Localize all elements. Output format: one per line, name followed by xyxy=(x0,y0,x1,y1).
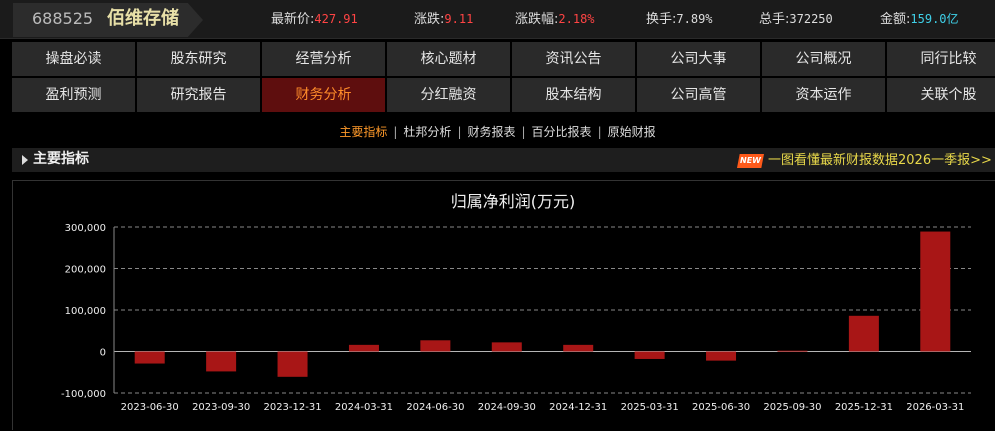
subtab-financial-statements[interactable]: 财务报表 xyxy=(467,125,515,139)
x-tick-label: 2025-12-31 xyxy=(835,402,893,413)
x-tick-label: 2023-12-31 xyxy=(263,402,321,413)
x-tick-label: 2025-03-31 xyxy=(621,402,679,413)
turnover-value: 7.89% xyxy=(676,12,713,26)
nav-item-financial-analysis[interactable]: 财务分析 xyxy=(262,78,385,112)
section-title: 主要指标 xyxy=(33,151,89,167)
nav-item-capital-operations[interactable]: 资本运作 xyxy=(762,78,885,112)
turnover-label: 换手: xyxy=(646,12,677,27)
y-tick-label: 300,000 xyxy=(65,223,106,234)
amount-value: 159.0亿 xyxy=(910,12,959,26)
latest-price-label: 最新价: xyxy=(271,12,315,27)
volume-label: 总手: xyxy=(759,12,790,27)
x-tick-label: 2023-09-30 xyxy=(192,402,250,413)
y-tick-label: 0 xyxy=(100,348,106,359)
nav-item-executives[interactable]: 公司高管 xyxy=(637,78,760,112)
latest-price: 最新价:427.91 xyxy=(271,0,358,39)
new-badge: NEW xyxy=(737,154,764,168)
nav-row-2: 盈利预测 研究报告 财务分析 分红融资 股本结构 公司高管 资本运作 关联个股 xyxy=(12,78,995,112)
bar xyxy=(206,351,237,372)
bar xyxy=(134,351,165,364)
bar xyxy=(634,351,665,359)
price-change-value: 9.11 xyxy=(444,12,474,26)
subtab-separator: | xyxy=(457,125,462,139)
y-tick-label: 100,000 xyxy=(65,306,106,317)
total-volume: 总手:372250 xyxy=(759,0,833,39)
x-tick-label: 2024-12-31 xyxy=(549,402,607,413)
stock-name: 佰维存储 xyxy=(107,8,179,29)
x-tick-label: 2024-06-30 xyxy=(406,402,464,413)
net-profit-chart: 归属净利润(万元) 300,000 200,000 100,000 0 -100,000 2… xyxy=(61,192,971,413)
amount-label: 金额: xyxy=(880,12,911,27)
subtab-percentage-statements[interactable]: 百分比报表 xyxy=(532,125,592,139)
subtab-dupont-analysis[interactable]: 杜邦分析 xyxy=(403,125,451,139)
nav-item-share-structure[interactable]: 股本结构 xyxy=(512,78,635,112)
nav-item-company-overview[interactable]: 公司概况 xyxy=(762,42,885,76)
change-percent: 涨跌幅:2.18% xyxy=(515,0,595,39)
nav-row-1: 操盘必读 股东研究 经营分析 核心题材 资讯公告 公司大事 公司概况 同行比较 xyxy=(12,42,995,76)
nav-item-trading-guide[interactable]: 操盘必读 xyxy=(12,42,135,76)
report-promo-link[interactable]: 一图看懂最新财报数据2026一季报>> xyxy=(768,148,992,174)
bar xyxy=(920,231,951,352)
nav-item-shareholder-research[interactable]: 股东研究 xyxy=(137,42,260,76)
nav-item-related-stocks[interactable]: 关联个股 xyxy=(887,78,995,112)
bar xyxy=(348,344,379,352)
nav-item-major-events[interactable]: 公司大事 xyxy=(637,42,760,76)
nav-item-research-reports[interactable]: 研究报告 xyxy=(137,78,260,112)
nav-item-operations-analysis[interactable]: 经营分析 xyxy=(262,42,385,76)
bar xyxy=(848,315,879,352)
nav-item-news-announcements[interactable]: 资讯公告 xyxy=(512,42,635,76)
change-percent-label: 涨跌幅: xyxy=(515,12,559,27)
nav-item-core-themes[interactable]: 核心题材 xyxy=(387,42,510,76)
bar xyxy=(706,351,737,361)
nav-item-dividend-financing[interactable]: 分红融资 xyxy=(387,78,510,112)
x-tick-label: 2023-06-30 xyxy=(121,402,179,413)
stock-header: 688525 佰维存储 最新价:427.91 涨跌:9.11 涨跌幅:2.18%… xyxy=(0,0,995,39)
trade-amount: 金额:159.0亿 xyxy=(880,0,959,39)
turnover-rate: 换手:7.89% xyxy=(646,0,713,39)
sub-tabs: 主要指标 | 杜邦分析 | 财务报表 | 百分比报表 | 原始财报 xyxy=(0,123,995,140)
x-tick-label: 2025-09-30 xyxy=(763,402,821,413)
subtab-separator: | xyxy=(521,125,526,139)
x-tick-label: 2025-06-30 xyxy=(692,402,750,413)
change-percent-value: 2.18% xyxy=(558,12,595,26)
x-tick-label: 2024-03-31 xyxy=(335,402,393,413)
price-change: 涨跌:9.11 xyxy=(414,0,473,39)
expand-triangle-icon[interactable] xyxy=(22,155,28,165)
bar xyxy=(491,342,522,352)
subtab-raw-reports[interactable]: 原始财报 xyxy=(608,125,656,139)
subtab-separator: | xyxy=(393,125,398,139)
x-tick-label: 2026-03-31 xyxy=(906,402,964,413)
latest-price-value: 427.91 xyxy=(314,12,358,26)
y-tick-label: -100,000 xyxy=(61,389,106,400)
subtab-separator: | xyxy=(597,125,602,139)
stock-code: 688525 xyxy=(32,9,94,28)
y-tick-label: 200,000 xyxy=(65,265,106,276)
chart-panel: 归属净利润(万元) 300,000 200,000 100,000 0 -100,000 2… xyxy=(12,180,995,430)
bar xyxy=(277,351,308,377)
subtab-key-indicators[interactable]: 主要指标 xyxy=(339,125,387,139)
section-nav: 操盘必读 股东研究 经营分析 核心题材 资讯公告 公司大事 公司概况 同行比较 … xyxy=(12,42,995,114)
section-header: 主要指标 NEW 一图看懂最新财报数据2026一季报>> xyxy=(12,148,995,172)
price-change-label: 涨跌: xyxy=(414,12,445,27)
x-tick-label: 2024-09-30 xyxy=(478,402,536,413)
bar xyxy=(563,344,594,352)
nav-item-peer-comparison[interactable]: 同行比较 xyxy=(887,42,995,76)
bar xyxy=(420,340,451,352)
bar xyxy=(777,350,808,352)
chart-title: 归属净利润(万元) xyxy=(451,192,576,211)
nav-item-earnings-forecast[interactable]: 盈利预测 xyxy=(12,78,135,112)
volume-value: 372250 xyxy=(789,12,833,26)
